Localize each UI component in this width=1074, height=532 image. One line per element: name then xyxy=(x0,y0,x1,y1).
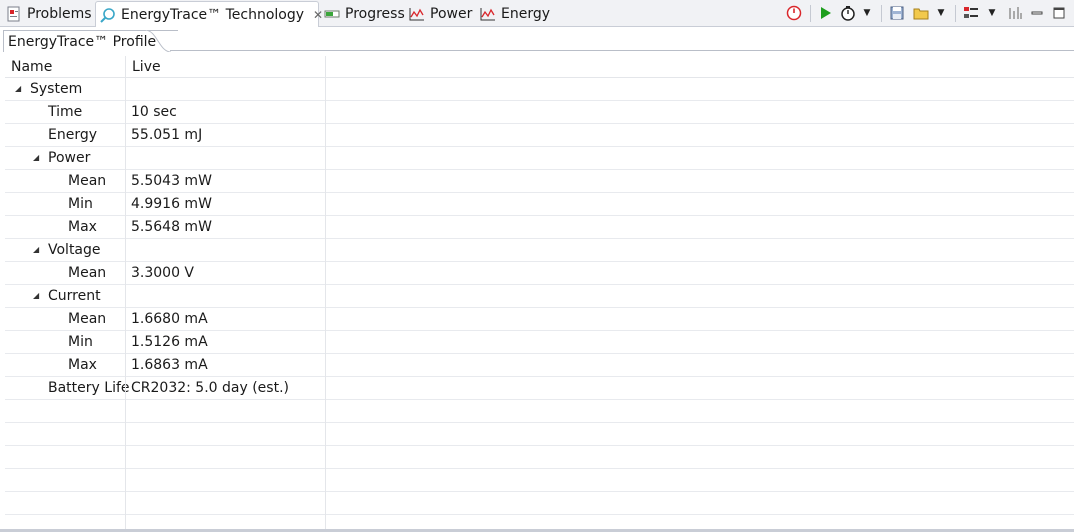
tab-label: Energy xyxy=(501,6,551,22)
tab-energy[interactable]: Energy xyxy=(476,2,554,26)
problems-icon xyxy=(6,6,22,22)
table-header: Name Live xyxy=(5,56,1074,78)
row-value: 10 sec xyxy=(131,104,177,120)
play-icon[interactable] xyxy=(815,3,835,23)
table-row[interactable]: Mean 5.5043 mW xyxy=(5,170,1074,193)
row-name: Time xyxy=(48,104,83,120)
view-tab-bar: Problems EnergyTrace™ Technology ✕ Progr… xyxy=(0,0,1074,27)
row-name: Mean xyxy=(68,265,107,281)
tab-label: Progress xyxy=(345,6,405,22)
chart-toggle-icon[interactable] xyxy=(1005,3,1025,23)
view-menu-icon[interactable] xyxy=(961,3,981,23)
row-name: Power xyxy=(48,150,91,166)
row-name: Battery Life xyxy=(48,380,130,396)
view-toolbar: ▼ ▼ ▼ xyxy=(784,2,1074,24)
table-row[interactable] xyxy=(5,446,1074,469)
chevron-down-icon[interactable]: ▼ xyxy=(936,3,946,23)
table-row[interactable]: Min 1.5126 mA xyxy=(5,331,1074,354)
save-icon[interactable] xyxy=(887,3,907,23)
open-folder-icon[interactable] xyxy=(911,3,931,23)
table-row[interactable] xyxy=(5,492,1074,515)
table-row[interactable]: Min 4.9916 mW xyxy=(5,193,1074,216)
row-value: 3.3000 V xyxy=(131,265,195,281)
energy-graph-icon xyxy=(480,6,496,22)
expand-twisty-icon[interactable]: ◢ xyxy=(33,147,43,169)
table-row[interactable]: Mean 1.6680 mA xyxy=(5,308,1074,331)
table-row[interactable]: ◢ System xyxy=(5,78,1074,101)
profile-tree-table[interactable]: Name Live ◢ System Time 10 sec Energy 55.051 … xyxy=(5,56,1074,532)
expand-twisty-icon[interactable]: ◢ xyxy=(15,78,25,100)
tab-curve xyxy=(145,30,172,52)
stop-icon[interactable] xyxy=(784,3,804,23)
row-name: System xyxy=(30,81,83,97)
table-row[interactable]: Mean 3.3000 V xyxy=(5,262,1074,285)
progress-icon xyxy=(324,6,340,22)
maximize-icon[interactable] xyxy=(1049,3,1069,23)
tab-energytrace[interactable]: EnergyTrace™ Technology ✕ xyxy=(95,1,323,27)
expand-twisty-icon[interactable]: ◢ xyxy=(33,285,43,307)
chevron-down-icon[interactable]: ▼ xyxy=(862,3,872,23)
table-row[interactable] xyxy=(5,469,1074,492)
row-name: Mean xyxy=(68,173,107,189)
row-value: 5.5648 mW xyxy=(131,219,212,235)
row-value: 4.9916 mW xyxy=(131,196,212,212)
row-name: Current xyxy=(48,288,101,304)
row-value: 5.5043 mW xyxy=(131,173,212,189)
tab-progress[interactable]: Progress xyxy=(320,2,409,26)
row-value: 1.6680 mA xyxy=(131,311,208,327)
column-header-name[interactable]: Name xyxy=(5,56,126,78)
energytrace-icon xyxy=(100,7,116,23)
row-name: Max xyxy=(68,357,97,373)
column-divider[interactable] xyxy=(325,56,326,532)
tab-power[interactable]: Power xyxy=(405,2,476,26)
table-row[interactable] xyxy=(5,400,1074,423)
row-value: 1.5126 mA xyxy=(131,334,208,350)
table-row[interactable]: ◢ Current xyxy=(5,285,1074,308)
row-value: 1.6863 mA xyxy=(131,357,208,373)
table-row[interactable]: ◢ Voltage xyxy=(5,239,1074,262)
table-row[interactable]: Energy 55.051 mJ xyxy=(5,124,1074,147)
table-row[interactable]: Time 10 sec xyxy=(5,101,1074,124)
table-row[interactable] xyxy=(5,423,1074,446)
tab-problems[interactable]: Problems xyxy=(2,2,96,26)
column-header-live[interactable]: Live xyxy=(126,56,326,78)
timer-icon[interactable] xyxy=(838,3,858,23)
row-name: Max xyxy=(68,219,97,235)
tab-label: Problems xyxy=(27,6,92,22)
power-graph-icon xyxy=(409,6,425,22)
profile-tab-row: EnergyTrace™ Profile xyxy=(0,27,1074,52)
row-name: Energy xyxy=(48,127,98,143)
chevron-down-icon[interactable]: ▼ xyxy=(987,3,997,23)
tab-label: EnergyTrace™ Technology xyxy=(121,6,305,23)
row-value: 55.051 mJ xyxy=(131,127,203,143)
row-name: Voltage xyxy=(48,242,101,258)
row-name: Min xyxy=(68,334,93,350)
table-row[interactable]: Battery Life CR2032: 5.0 day (est.) xyxy=(5,377,1074,400)
column-divider[interactable] xyxy=(125,56,126,532)
table-row[interactable]: Max 1.6863 mA xyxy=(5,354,1074,377)
row-name: Min xyxy=(68,196,93,212)
divider xyxy=(170,50,1074,51)
table-row[interactable]: ◢ Power xyxy=(5,147,1074,170)
subtab-label: EnergyTrace™ Profile xyxy=(8,33,157,50)
row-name: Mean xyxy=(68,311,107,327)
expand-twisty-icon[interactable]: ◢ xyxy=(33,239,43,261)
table-row[interactable]: Max 5.5648 mW xyxy=(5,216,1074,239)
tab-label: Power xyxy=(430,6,473,22)
minimize-icon[interactable] xyxy=(1027,3,1047,23)
row-value: CR2032: 5.0 day (est.) xyxy=(131,380,289,396)
